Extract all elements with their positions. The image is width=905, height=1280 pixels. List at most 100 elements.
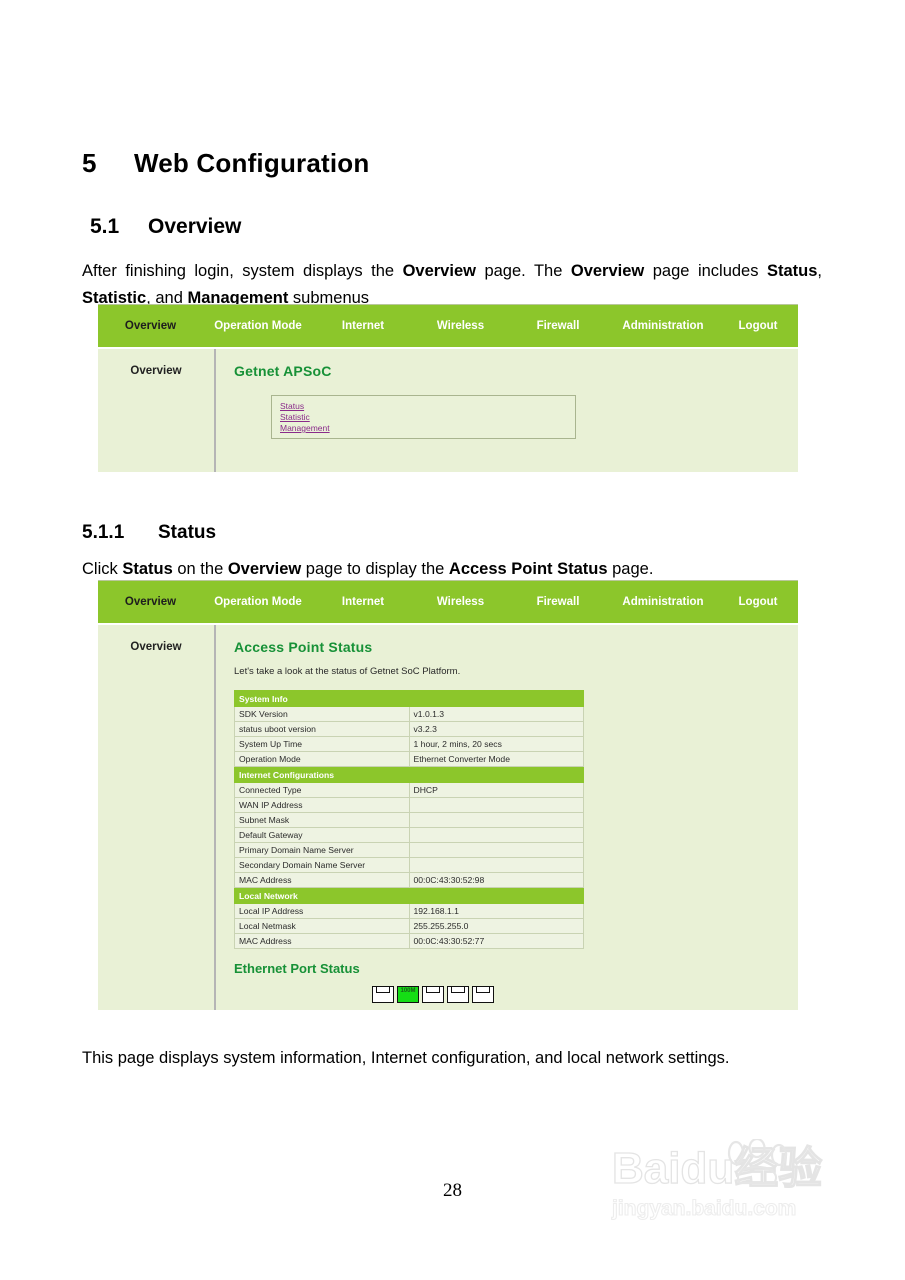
table-row: Default Gateway	[234, 827, 584, 843]
status-body: Overview Access Point Status Let's take …	[98, 623, 798, 1010]
row-value: v3.2.3	[408, 721, 584, 737]
status-text-3: page to display the	[301, 560, 449, 578]
table-group-header: Internet Configurations	[234, 766, 584, 783]
status-content: Access Point Status Let's take a look at…	[216, 625, 798, 1010]
link-statistic[interactable]: Statistic	[280, 412, 310, 423]
row-label: MAC Address	[234, 872, 410, 888]
nav-item-overview[interactable]: Overview	[98, 596, 203, 608]
row-value: 192.168.1.1	[408, 903, 584, 919]
intro-text-2: page. The	[475, 262, 571, 280]
nav-item-operation-mode[interactable]: Operation Mode	[203, 596, 313, 608]
document-page: 5 Web Configuration 5.1 Overview After fin…	[0, 0, 905, 1280]
row-value	[408, 797, 584, 813]
overview-submenu-box: Status Statistic Management	[271, 395, 576, 439]
row-label: WAN IP Address	[234, 797, 410, 813]
table-row: status uboot version v3.2.3	[234, 721, 584, 737]
ethernet-port-icon[interactable]	[422, 986, 444, 1003]
table-row: SDK Version v1.0.1.3	[234, 706, 584, 722]
row-label: Local Netmask	[234, 918, 410, 934]
intro-bold-1: Overview	[402, 262, 476, 280]
chapter-title: Web Configuration	[134, 148, 370, 178]
row-value	[408, 827, 584, 843]
row-value	[408, 842, 584, 858]
nav-item-internet[interactable]: Internet	[313, 320, 413, 332]
group-header-system-info: System Info	[234, 690, 584, 707]
row-value	[408, 857, 584, 873]
status-sidebar: Overview	[98, 625, 216, 1010]
row-label: status uboot version	[234, 721, 410, 737]
nav-item-operation-mode[interactable]: Operation Mode	[203, 320, 313, 332]
link-management[interactable]: Management	[280, 423, 330, 434]
row-label: Connected Type	[234, 782, 410, 798]
nav-item-wireless[interactable]: Wireless	[413, 320, 508, 332]
table-row: Primary Domain Name Server	[234, 842, 584, 858]
row-value	[408, 812, 584, 828]
intro-text-4: ,	[817, 262, 823, 280]
row-label: System Up Time	[234, 736, 410, 752]
row-label: Primary Domain Name Server	[234, 842, 410, 858]
overview-sidebar: Overview	[98, 349, 216, 472]
status-page-subtitle: Let's take a look at the status of Getne…	[234, 666, 461, 677]
row-value: 255.255.255.0	[408, 918, 584, 934]
status-text-1: Click	[82, 560, 123, 578]
table-group-header: System Info	[234, 690, 584, 707]
status-bold-2: Overview	[227, 560, 302, 578]
nav-item-wireless[interactable]: Wireless	[413, 596, 508, 608]
nav-item-internet[interactable]: Internet	[313, 596, 413, 608]
status-text-4: page.	[607, 560, 654, 578]
section-number: 5.1	[90, 215, 120, 238]
row-label: Local IP Address	[234, 903, 410, 919]
nav-item-firewall[interactable]: Firewall	[508, 320, 608, 332]
sidebar-item-overview[interactable]: Overview	[98, 641, 214, 653]
footer-paragraph: This page displays system information, I…	[82, 1049, 730, 1067]
row-value: Ethernet Converter Mode	[408, 751, 584, 767]
overview-content: Getnet APSoC Status Statistic Management	[216, 349, 798, 472]
chapter-number: 5	[82, 148, 97, 178]
ethernet-port-list: 100M	[372, 986, 798, 1003]
chapter-heading: 5 Web Configuration	[82, 148, 369, 179]
nav-item-logout[interactable]: Logout	[718, 320, 798, 332]
table-row: MAC Address 00:0C:43:30:52:98	[234, 872, 584, 888]
sidebar-item-overview[interactable]: Overview	[98, 365, 214, 377]
paw-icon	[727, 1139, 788, 1185]
table-row: System Up Time 1 hour, 2 mins, 20 secs	[234, 736, 584, 752]
table-row: Local Netmask 255.255.255.0	[234, 918, 584, 934]
ethernet-port-icon[interactable]	[372, 986, 394, 1003]
status-navbar: Overview Operation Mode Internet Wireles…	[98, 581, 798, 623]
link-status[interactable]: Status	[280, 401, 304, 412]
table-row: MAC Address 00:0C:43:30:52:77	[234, 933, 584, 949]
row-label: Subnet Mask	[234, 812, 410, 828]
group-header-internet-configurations: Internet Configurations	[234, 766, 584, 783]
row-label: Secondary Domain Name Server	[234, 857, 410, 873]
intro-bold-3: Status	[766, 262, 818, 280]
ethernet-port-icon[interactable]	[472, 986, 494, 1003]
ethernet-port-status-title: Ethernet Port Status	[234, 961, 360, 976]
nav-item-administration[interactable]: Administration	[608, 596, 718, 608]
nav-item-firewall[interactable]: Firewall	[508, 596, 608, 608]
row-value: 1 hour, 2 mins, 20 secs	[408, 736, 584, 752]
overview-navbar: Overview Operation Mode Internet Wireles…	[98, 305, 798, 347]
intro-bold-2: Overview	[570, 262, 645, 280]
nav-item-administration[interactable]: Administration	[608, 320, 718, 332]
status-table: System Info SDK Version v1.0.1.3 status …	[234, 690, 584, 949]
status-text-2: on the	[172, 560, 228, 578]
overview-body: Overview Getnet APSoC Status Statistic M…	[98, 347, 798, 472]
table-row: Local IP Address 192.168.1.1	[234, 903, 584, 919]
subsection-heading: 5.1.1 Status	[82, 522, 216, 544]
nav-item-logout[interactable]: Logout	[718, 596, 798, 608]
row-label: MAC Address	[234, 933, 410, 949]
table-row: WAN IP Address	[234, 797, 584, 813]
row-value: 00:0C:43:30:52:98	[408, 872, 584, 888]
nav-item-overview[interactable]: Overview	[98, 320, 203, 332]
status-page-title: Access Point Status	[234, 639, 373, 655]
section-title: Overview	[148, 215, 242, 238]
ethernet-port-icon-active[interactable]: 100M	[397, 986, 419, 1003]
ethernet-port-icon[interactable]	[447, 986, 469, 1003]
row-value: 00:0C:43:30:52:77	[408, 933, 584, 949]
intro-text-3: page includes	[644, 262, 767, 280]
row-label: Operation Mode	[234, 751, 410, 767]
overview-content-title: Getnet APSoC	[234, 363, 332, 379]
port-speed-label: 100M	[400, 988, 416, 994]
table-group-header: Local Network	[234, 887, 584, 904]
section-heading: 5.1 Overview	[90, 215, 241, 239]
